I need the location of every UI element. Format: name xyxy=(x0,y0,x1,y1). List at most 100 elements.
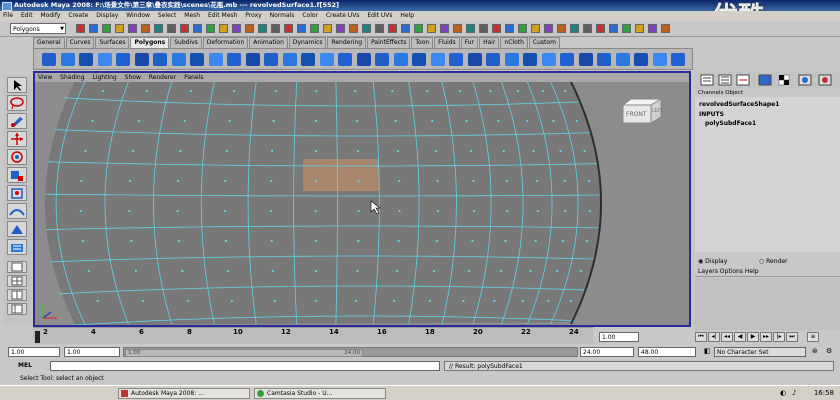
volume-icon[interactable]: ♪ xyxy=(792,389,796,397)
rotate-tool-icon[interactable] xyxy=(7,149,27,165)
animation-preferences-icon[interactable]: ≡ xyxy=(807,332,819,342)
status-line-tool-icon[interactable] xyxy=(661,24,670,33)
shelf-tool-icon[interactable] xyxy=(319,53,334,66)
shelf-tool-icon[interactable] xyxy=(578,53,593,66)
shelf-tab-rendering[interactable]: Rendering xyxy=(327,37,367,48)
status-line-tool-icon[interactable] xyxy=(557,24,566,33)
status-line-tool-icon[interactable] xyxy=(401,24,410,33)
shelf-tab-subdivs[interactable]: Subdivs xyxy=(170,37,202,48)
shelf-tool-icon[interactable] xyxy=(190,53,204,66)
shelf-tab-surfaces[interactable]: Surfaces xyxy=(95,37,130,48)
taskbar-camtasia-button[interactable]: Camtasia Studio - U... xyxy=(254,388,386,399)
shelf-tool-icon[interactable] xyxy=(153,53,167,66)
select-tool-icon[interactable] xyxy=(7,77,27,93)
status-line-tool-icon[interactable] xyxy=(570,24,579,33)
input-node-name[interactable]: polySubdFace1 xyxy=(705,120,756,127)
character-set-icon[interactable]: ◧ xyxy=(704,347,711,355)
object-name[interactable]: revolvedSurfaceShape1 xyxy=(699,101,779,108)
playback-end-field[interactable]: 24.00 xyxy=(580,347,634,357)
shelf-tool-icon[interactable] xyxy=(60,53,75,66)
lasso-tool-icon[interactable] xyxy=(7,95,27,111)
status-line-tool-icon[interactable] xyxy=(375,24,384,33)
play-backward-icon[interactable]: ◀ xyxy=(734,332,746,342)
menu-proxy[interactable]: Proxy xyxy=(242,12,264,19)
status-line-tool-icon[interactable] xyxy=(219,24,228,33)
panel-menu-panels[interactable]: Panels xyxy=(181,74,206,81)
shelf-tool-icon[interactable] xyxy=(245,53,260,66)
status-line-tool-icon[interactable] xyxy=(323,24,332,33)
shelf-tab-dynamics[interactable]: Dynamics xyxy=(288,37,327,48)
selected-faces[interactable] xyxy=(303,159,379,191)
object-menu[interactable]: Object xyxy=(725,90,743,96)
mel-language-toggle[interactable]: MEL xyxy=(18,361,32,371)
status-line-tool-icon[interactable] xyxy=(258,24,267,33)
status-line-tool-icon[interactable] xyxy=(284,24,293,33)
menu-color[interactable]: Color xyxy=(299,12,321,19)
shelf-tool-icon[interactable] xyxy=(393,53,408,66)
status-line-tool-icon[interactable] xyxy=(206,24,215,33)
shelf-tool-icon[interactable] xyxy=(42,53,56,66)
shelf-tool-icon[interactable] xyxy=(116,53,130,66)
scale-tool-icon[interactable] xyxy=(7,167,27,183)
viewcube-icon[interactable]: FRONT LEFT xyxy=(621,97,665,125)
status-line-tool-icon[interactable] xyxy=(583,24,592,33)
shelf-tool-icon[interactable] xyxy=(208,53,223,66)
shelf-tool-icon[interactable] xyxy=(227,53,241,66)
universal-manipulator-icon[interactable] xyxy=(7,185,27,201)
render-view-icon[interactable] xyxy=(798,74,812,86)
status-line-tool-icon[interactable] xyxy=(193,24,202,33)
menu-edit-mesh[interactable]: Edit Mesh xyxy=(205,12,240,19)
shelf-tab-painteffects[interactable]: PaintEffects xyxy=(367,37,411,48)
panel-menu-renderer[interactable]: Renderer xyxy=(146,74,179,81)
help-menu[interactable]: Help xyxy=(745,268,759,275)
shelf-tool-icon[interactable] xyxy=(486,53,500,66)
menu-normals[interactable]: Normals xyxy=(267,12,298,19)
layout-four-pane-icon[interactable] xyxy=(7,275,27,287)
shelf-tool-icon[interactable] xyxy=(356,53,371,66)
shelf-tool-icon[interactable] xyxy=(301,53,315,66)
shelf-tool-icon[interactable] xyxy=(671,53,685,66)
panel-menu-view[interactable]: View xyxy=(35,74,55,81)
play-forward-icon[interactable]: ▶ xyxy=(747,332,759,342)
shelf-tool-icon[interactable] xyxy=(634,53,648,66)
shelf-tool-icon[interactable] xyxy=(97,53,112,66)
status-line-tool-icon[interactable] xyxy=(76,24,85,33)
layers-menu[interactable]: Layers xyxy=(698,268,718,275)
status-line-tool-icon[interactable] xyxy=(479,24,488,33)
shelf-tool-icon[interactable] xyxy=(615,53,630,66)
status-line-tool-icon[interactable] xyxy=(518,24,527,33)
status-line-tool-icon[interactable] xyxy=(388,24,397,33)
shelf-tool-icon[interactable] xyxy=(134,53,149,66)
status-line-tool-icon[interactable] xyxy=(648,24,657,33)
options-menu[interactable]: Options xyxy=(720,268,743,275)
paint-select-tool-icon[interactable] xyxy=(7,113,27,129)
status-line-tool-icon[interactable] xyxy=(492,24,501,33)
panel-menu-lighting[interactable]: Lighting xyxy=(89,74,119,81)
status-line-tool-icon[interactable] xyxy=(271,24,280,33)
layout-side-by-side-icon[interactable] xyxy=(7,289,27,301)
status-line-tool-icon[interactable] xyxy=(128,24,137,33)
shelf-tab-general[interactable]: General xyxy=(33,37,65,48)
move-tool-icon[interactable] xyxy=(7,131,27,147)
shelf-tool-icon[interactable] xyxy=(560,53,574,66)
character-set-dropdown[interactable]: No Character Set xyxy=(714,347,806,357)
mesh-surface[interactable] xyxy=(45,82,601,325)
viewport-panel[interactable]: View Shading Lighting Show Renderer Pane… xyxy=(33,71,691,327)
status-line-tool-icon[interactable] xyxy=(531,24,540,33)
soft-modification-icon[interactable] xyxy=(7,203,27,219)
tool-settings-icon[interactable] xyxy=(736,74,750,86)
channel-box-icon[interactable] xyxy=(700,74,714,86)
status-line-tool-icon[interactable] xyxy=(622,24,631,33)
vase-mesh[interactable] xyxy=(45,82,603,325)
step-forward-key-icon[interactable]: ▸▸ xyxy=(760,332,772,342)
shelf-tab-hair[interactable]: Hair xyxy=(479,37,500,48)
anim-prefs-icon[interactable]: ⚙ xyxy=(826,347,832,355)
range-slider-thumb[interactable]: 1.00 24.00 xyxy=(125,349,363,357)
shelf-tab-polygons[interactable]: Polygons xyxy=(130,37,170,48)
status-line-tool-icon[interactable] xyxy=(89,24,98,33)
tray-icon[interactable]: ◐ xyxy=(780,389,786,397)
step-back-icon[interactable]: ◂| xyxy=(708,332,720,342)
render-radio[interactable]: ○ Render xyxy=(759,257,788,267)
taskbar-maya-button[interactable]: Autodesk Maya 2008: ... xyxy=(118,388,250,399)
shelf-tab-custom[interactable]: Custom xyxy=(528,37,560,48)
